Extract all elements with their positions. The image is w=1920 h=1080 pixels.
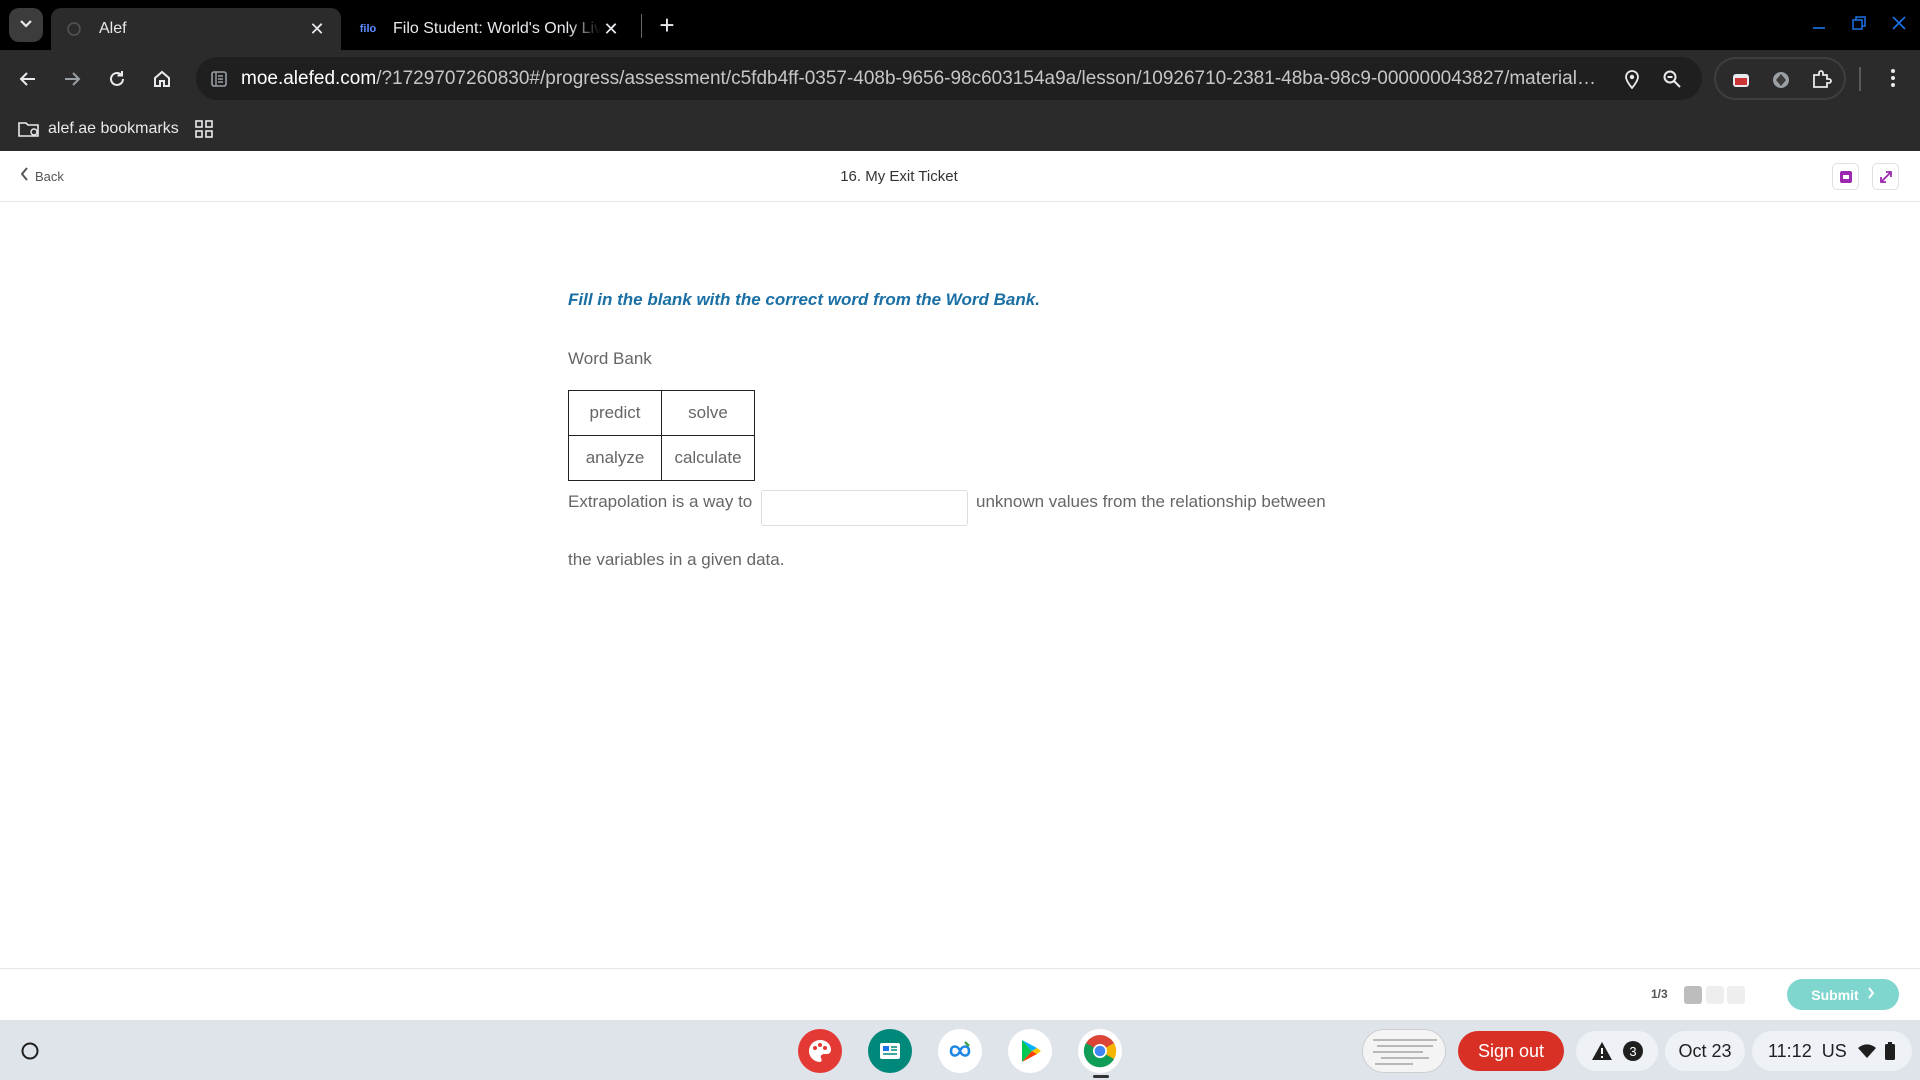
sentence-middle: unknown values from the relationship bet…	[976, 492, 1326, 511]
location-pin-icon[interactable]	[1620, 67, 1644, 91]
answer-blank-input[interactable]	[761, 490, 968, 526]
extensions-puzzle-icon[interactable]	[1809, 68, 1833, 92]
chevron-down-icon	[19, 16, 33, 34]
wifi-icon	[1857, 1044, 1876, 1058]
page-title: 16. My Exit Ticket	[840, 168, 958, 185]
page-footer: 1/3 Submit	[0, 968, 1920, 1020]
page-dot-current[interactable]	[1684, 986, 1702, 1004]
new-tab-button[interactable]: +	[652, 10, 682, 40]
date-tray[interactable]: Oct 23	[1665, 1031, 1745, 1071]
warning-icon	[1592, 1042, 1612, 1060]
more-menu-icon[interactable]	[1878, 63, 1908, 93]
window-thumbnail[interactable]	[1362, 1029, 1446, 1073]
zoom-icon[interactable]	[1660, 67, 1684, 91]
bookmarks-bar: alef.ae bookmarks	[0, 108, 1920, 151]
word-bank-cell: calculate	[661, 435, 755, 481]
palette-app-icon[interactable]	[798, 1029, 842, 1073]
tab-strip: Alef ✕ filo Filo Student: World's Only L…	[0, 0, 1920, 50]
tab-search-button[interactable]	[9, 8, 43, 42]
table-row: predict solve	[568, 390, 755, 436]
home-icon[interactable]	[147, 64, 177, 94]
note-icon	[1839, 170, 1852, 183]
alef-favicon-icon	[65, 20, 83, 38]
tab-divider	[641, 14, 642, 38]
bookmark-folder-label: alef.ae bookmarks	[48, 120, 179, 137]
keyboard-locale: US	[1821, 1040, 1847, 1061]
back-arrow-icon[interactable]	[13, 64, 43, 94]
sentence-end: the variables in a given data.	[568, 550, 785, 569]
status-tray[interactable]: 11:12 US	[1752, 1031, 1912, 1071]
tab-title: Alef	[99, 20, 127, 37]
forward-arrow-icon[interactable]	[57, 64, 87, 94]
toolbar-divider	[1859, 67, 1861, 91]
chrome-running-indicator	[1093, 1075, 1109, 1078]
news-app-icon[interactable]	[868, 1029, 912, 1073]
notes-button[interactable]	[1832, 163, 1859, 190]
expand-icon	[1879, 170, 1892, 183]
extension-red-icon[interactable]	[1729, 68, 1753, 92]
word-bank-label: Word Bank	[568, 349, 652, 368]
close-tab-icon[interactable]: ✕	[307, 19, 327, 39]
battery-icon	[1884, 1042, 1895, 1060]
submit-label: Submit	[1811, 986, 1859, 1003]
play-store-icon[interactable]	[1008, 1029, 1052, 1073]
apps-grid-icon[interactable]	[192, 117, 216, 141]
browser-toolbar: moe.alefed.com/?1729707260830#/progress/…	[0, 50, 1920, 108]
close-tab-icon[interactable]: ✕	[601, 19, 621, 39]
tab-filo[interactable]: filo Filo Student: World's Only Live Ins…	[345, 8, 635, 50]
word-bank-cell: solve	[661, 390, 755, 436]
page-dot[interactable]	[1727, 986, 1745, 1004]
restore-icon[interactable]	[1848, 12, 1870, 34]
reload-icon[interactable]	[102, 64, 132, 94]
page-indicator: 1/3	[1651, 987, 1668, 1001]
table-row: analyze calculate	[568, 435, 755, 481]
tab-title: Filo Student: World's Only Live Instant …	[393, 20, 601, 37]
sign-out-button[interactable]: Sign out	[1458, 1031, 1564, 1071]
page-dot[interactable]	[1706, 986, 1724, 1004]
word-bank-cell: analyze	[568, 435, 662, 481]
site-info-icon[interactable]	[208, 68, 230, 90]
filo-favicon-icon: filo	[359, 23, 377, 35]
fullscreen-button[interactable]	[1872, 163, 1899, 190]
clock-time: 11:12	[1768, 1040, 1812, 1061]
word-bank-table: predict solve analyze calculate	[568, 390, 755, 481]
submit-button[interactable]: Submit	[1787, 979, 1899, 1010]
extensions-group	[1714, 57, 1846, 100]
infinity-app-icon[interactable]	[938, 1029, 982, 1073]
close-window-icon[interactable]	[1888, 12, 1910, 34]
page-header: Back 16. My Exit Ticket	[0, 151, 1920, 202]
chevron-right-icon	[1867, 986, 1875, 1004]
word-bank-cell: predict	[568, 390, 662, 436]
extension-shield-icon[interactable]	[1769, 68, 1793, 92]
tab-alef[interactable]: Alef ✕	[51, 8, 341, 50]
chrome-icon[interactable]	[1078, 1029, 1122, 1073]
notifications-tray[interactable]: 3	[1576, 1031, 1658, 1071]
managed-folder-icon	[18, 122, 39, 137]
instruction-text: Fill in the blank with the correct word …	[568, 290, 1040, 309]
launcher-icon[interactable]	[14, 1035, 46, 1067]
url-text[interactable]: moe.alefed.com/?1729707260830#/progress/…	[241, 57, 1601, 100]
lesson-page: Back 16. My Exit Ticket Fill in the blan…	[0, 151, 1920, 1020]
minimize-icon[interactable]	[1808, 12, 1830, 34]
bookmark-folder[interactable]: alef.ae bookmarks	[18, 116, 179, 142]
address-bar[interactable]: moe.alefed.com/?1729707260830#/progress/…	[196, 57, 1702, 100]
os-shelf: Sign out 3 Oct 23 11:12 US	[0, 1020, 1920, 1080]
sentence-start: Extrapolation is a way to	[568, 492, 753, 511]
notification-count-badge: 3	[1623, 1041, 1643, 1061]
